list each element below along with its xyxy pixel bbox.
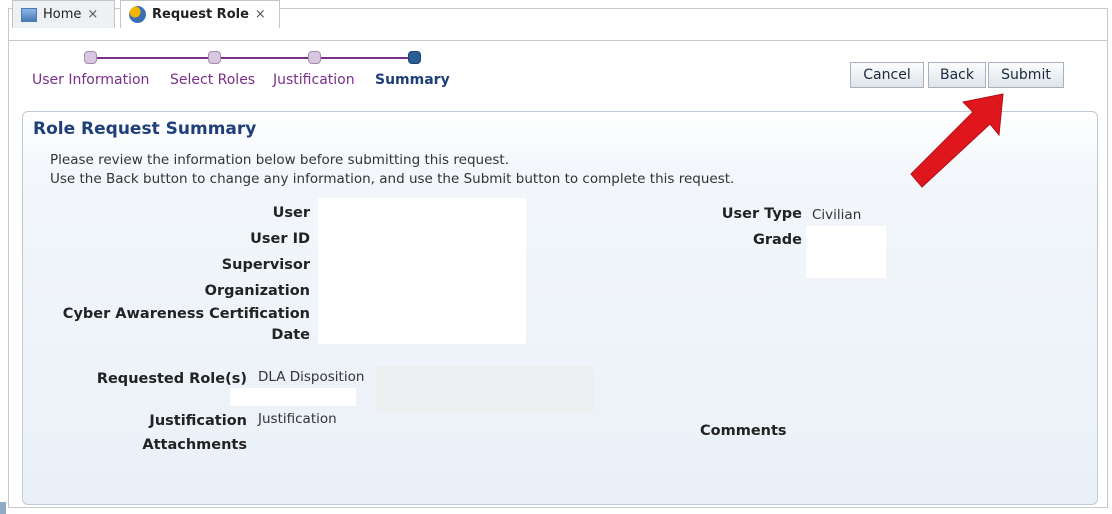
justification-label: Justification [149,413,247,429]
annotation-arrow-icon [910,93,1004,188]
train-label-justification[interactable]: Justification [273,72,355,88]
redacted-grade [806,226,886,278]
redacted-role-extra [376,366,594,412]
tab-home[interactable]: Home × [12,0,115,28]
train-stop-summary [408,51,421,64]
grade-label: Grade [752,232,802,248]
cancel-button[interactable]: Cancel [850,62,924,88]
home-icon [21,7,37,22]
user-type-value: Civilian [812,207,862,223]
redacted-user-details [318,198,526,344]
submit-button[interactable]: Submit [988,62,1064,88]
train-stop-justification[interactable] [308,51,321,64]
redacted-role-detail [230,388,356,406]
tab-home-close-icon[interactable]: × [87,7,98,22]
tab-home-label: Home [43,7,82,22]
cyber-awareness-label: Cyber Awareness Certification [62,306,310,322]
tab-divider [8,40,1108,41]
requested-roles-label: Requested Role(s) [96,371,247,387]
organization-label: Organization [204,283,310,299]
user-label: User [272,205,310,221]
train-stop-select-roles[interactable] [208,51,221,64]
tab-request-role-label: Request Role [152,7,249,22]
train-connector [220,57,308,59]
train-connector [320,57,408,59]
edge-marker [0,502,6,514]
justification-value: Justification [258,411,337,427]
tab-request-role-close-icon[interactable]: × [255,7,266,22]
instruction-line-2: Use the Back button to change any inform… [50,171,735,187]
back-button[interactable]: Back [928,62,986,88]
requested-roles-value: DLA Disposition [258,369,365,385]
user-id-label: User ID [250,231,310,247]
instruction-line-1: Please review the information below befo… [50,152,509,168]
train-connector [96,57,208,59]
tab-request-role[interactable]: Request Role × [120,0,280,28]
request-role-icon [129,6,146,23]
panel-title: Role Request Summary [33,119,257,139]
supervisor-label: Supervisor [221,257,310,273]
train-label-select-roles[interactable]: Select Roles [170,72,255,88]
comments-label: Comments [700,423,787,439]
train-label-user-information[interactable]: User Information [32,72,149,88]
user-type-label: User Type [721,206,802,222]
attachments-label: Attachments [142,437,247,453]
train-stop-user-information[interactable] [84,51,97,64]
train-label-summary: Summary [375,72,450,88]
cyber-awareness-date-label: Date [271,327,310,343]
